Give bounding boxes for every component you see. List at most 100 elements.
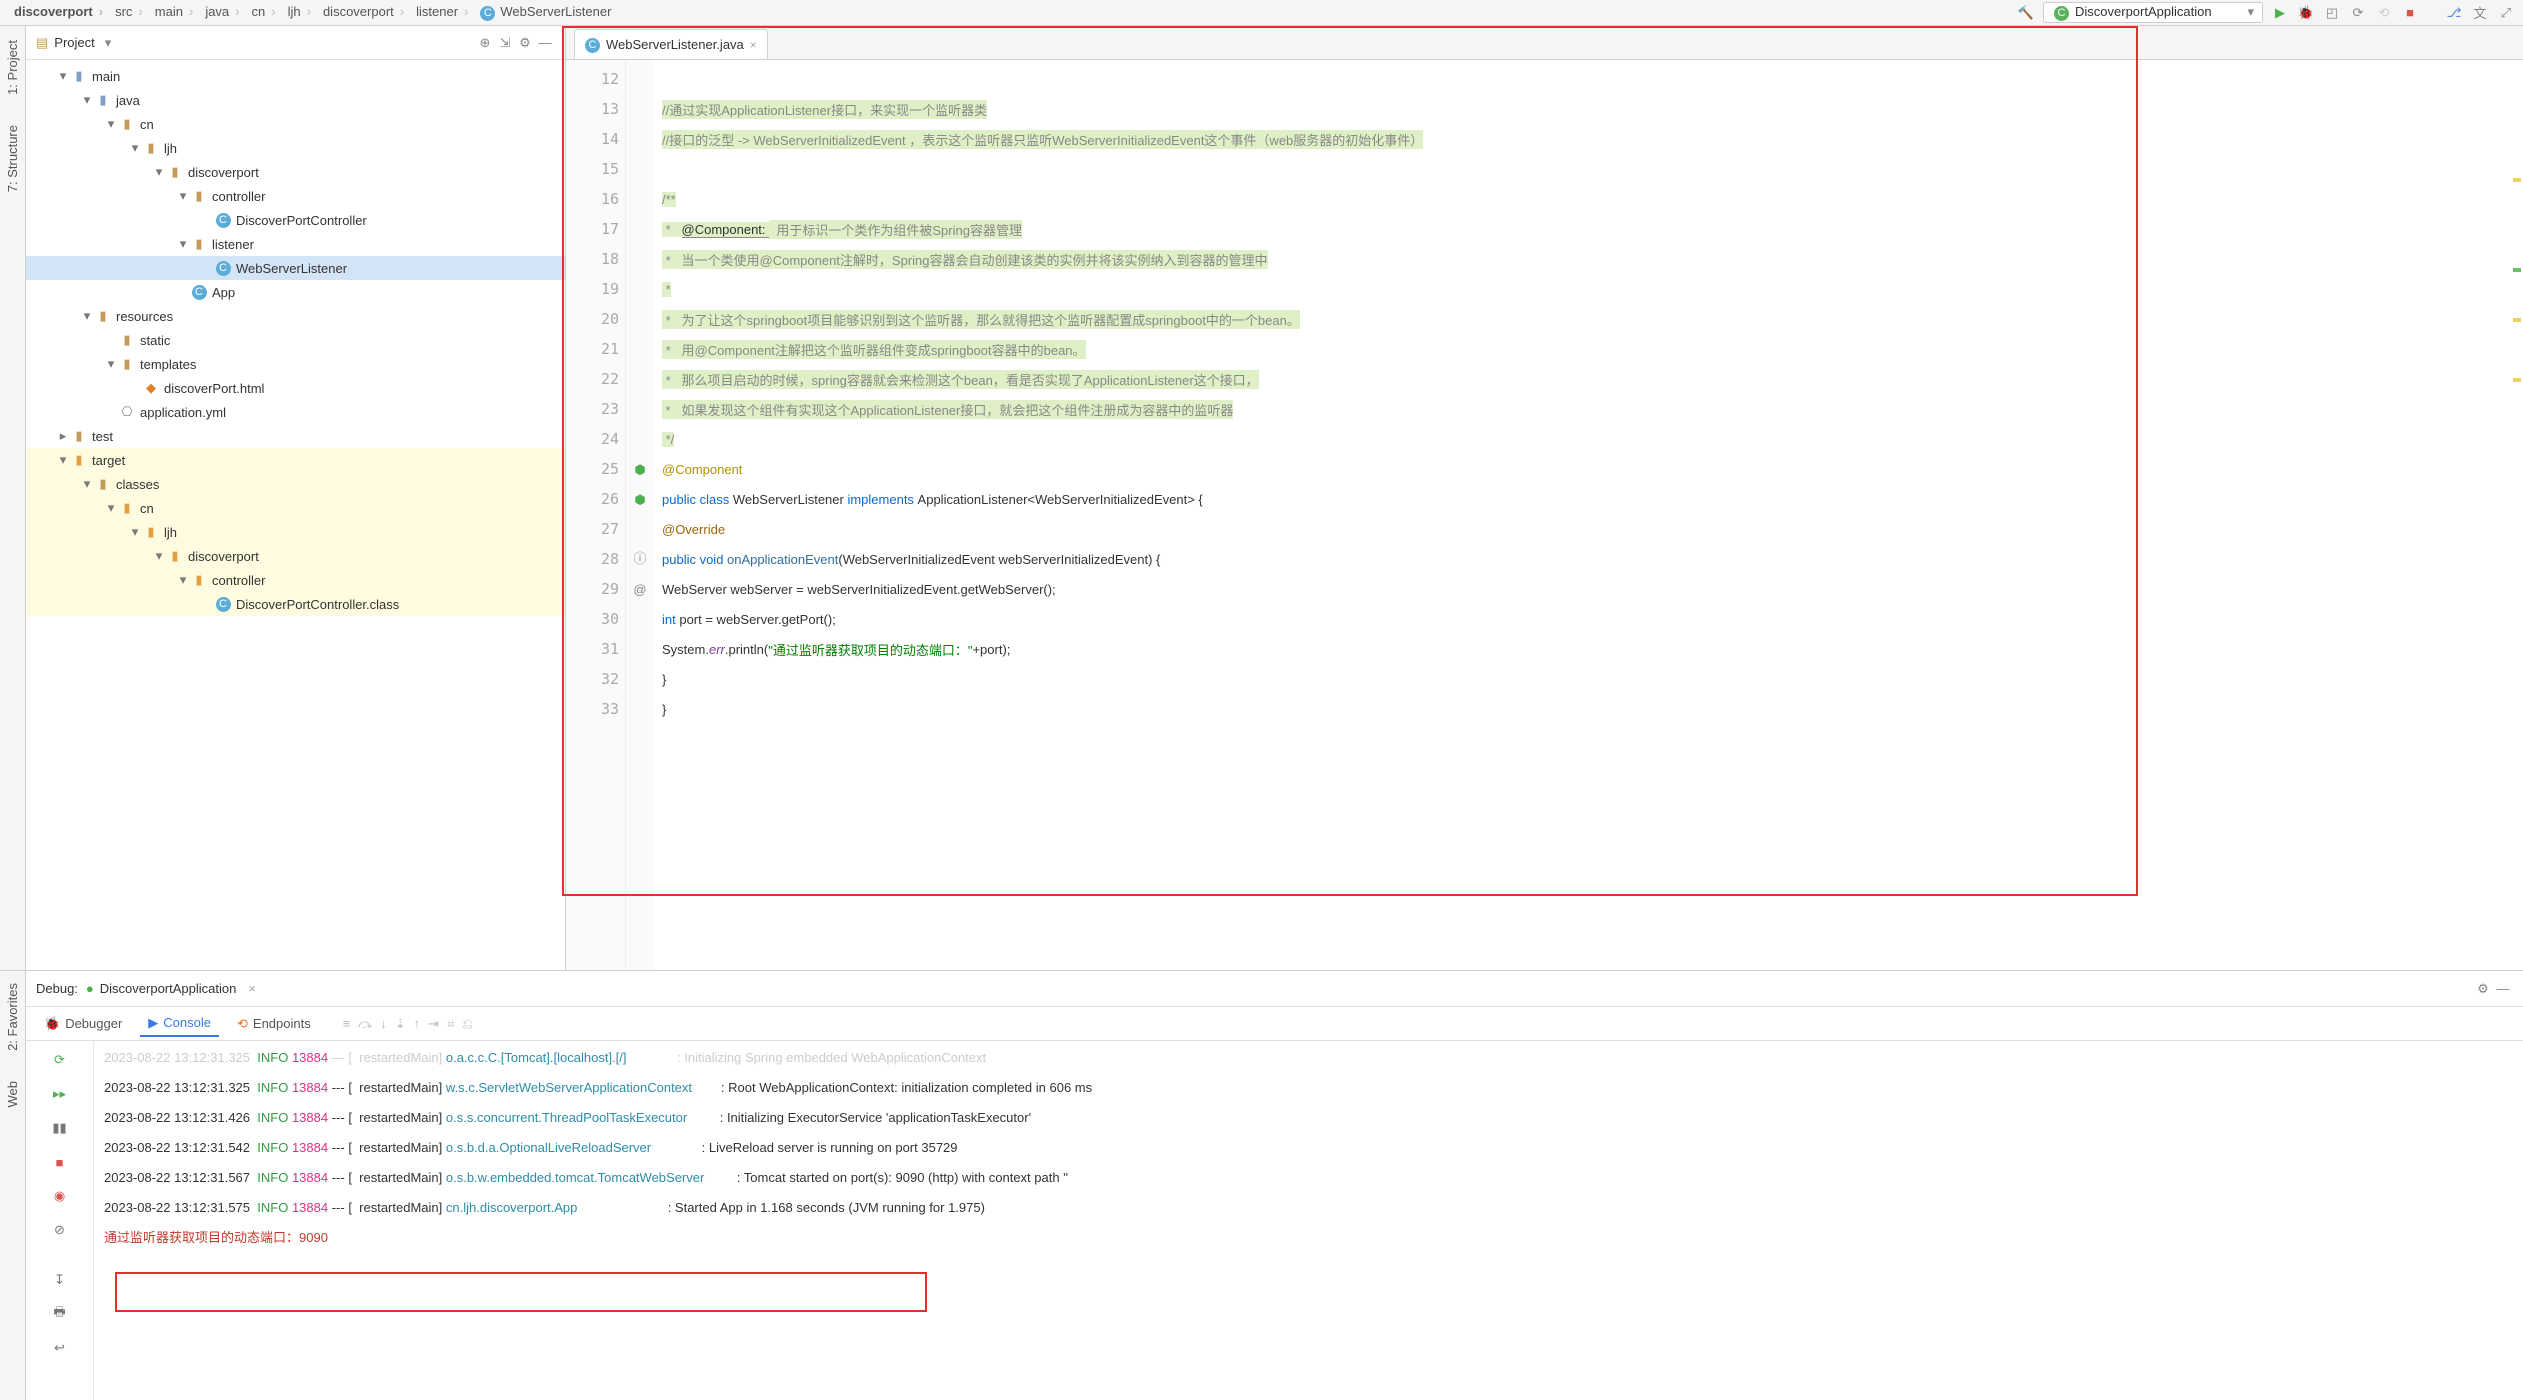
tree-row[interactable]: ▾▮controller: [26, 184, 565, 208]
tree-row[interactable]: ▾▮controller: [26, 568, 565, 592]
collapse-icon[interactable]: —: [535, 33, 555, 53]
console-output[interactable]: 2023-08-22 13:12:31.325 INFO 13884 --- […: [94, 1041, 2523, 1400]
gear-icon[interactable]: ⚙: [515, 33, 535, 53]
expand-icon[interactable]: ⤢: [2497, 4, 2515, 22]
tree-row[interactable]: DiscoverPortController.class: [26, 592, 565, 616]
tab-endpoints[interactable]: ⟲Endpoints: [229, 1012, 319, 1036]
debug-icon[interactable]: 🐞: [2297, 4, 2315, 22]
tree-row[interactable]: ▾▮target: [26, 448, 565, 472]
code-line[interactable]: @Override: [662, 514, 2515, 544]
code-line[interactable]: /**: [662, 184, 2515, 214]
soft-wrap-icon[interactable]: ↩: [47, 1335, 73, 1361]
tree-row[interactable]: ▾▮resources: [26, 304, 565, 328]
stop-icon[interactable]: ■: [47, 1149, 73, 1175]
evaluate-icon[interactable]: ⌗: [447, 1016, 454, 1032]
side-tab-structure[interactable]: 7: Structure: [5, 119, 20, 198]
breadcrumb-item[interactable]: java: [199, 4, 245, 19]
tree-row[interactable]: ▾▮ljh: [26, 136, 565, 160]
project-tree[interactable]: ▾▮main▾▮java▾▮cn▾▮ljh▾▮discoverport▾▮con…: [26, 60, 565, 970]
tree-row[interactable]: ▾▮main: [26, 64, 565, 88]
scroll-to-end-icon[interactable]: ↧: [47, 1267, 73, 1293]
code-line[interactable]: //接口的泛型 -> WebServerInitializedEvent ，表示…: [662, 124, 2515, 154]
code-line[interactable]: @Component: [662, 454, 2515, 484]
hammer-icon[interactable]: 🔨: [2017, 4, 2035, 22]
tree-row[interactable]: ▸▮test: [26, 424, 565, 448]
gear-icon[interactable]: ⚙: [2473, 979, 2493, 999]
debug-app-tab[interactable]: DiscoverportApplication ×: [78, 977, 264, 1000]
mute-breakpoints-icon[interactable]: ⊘: [47, 1217, 73, 1243]
code-line[interactable]: */: [662, 424, 2515, 454]
tree-row[interactable]: ▮static: [26, 328, 565, 352]
code-line[interactable]: }: [662, 694, 2515, 724]
breadcrumb-item[interactable]: listener: [410, 4, 474, 19]
tab-console[interactable]: ▶Console: [140, 1011, 219, 1037]
code-line[interactable]: * 为了让这个springboot项目能够识别到这个监听器，那么就得把这个监听器…: [662, 304, 2515, 334]
tab-debugger[interactable]: 🐞Debugger: [36, 1012, 130, 1036]
tree-row[interactable]: ▾▮cn: [26, 496, 565, 520]
breadcrumb-item[interactable]: discoverport: [317, 4, 410, 19]
code-body[interactable]: //通过实现ApplicationListener接口，来实现一个监听器类//接…: [654, 60, 2523, 970]
close-icon[interactable]: ×: [750, 38, 757, 52]
project-title[interactable]: ▤ Project: [36, 35, 111, 51]
tree-row[interactable]: ▾▮discoverport: [26, 544, 565, 568]
run-icon[interactable]: ▶: [2271, 4, 2289, 22]
code-line[interactable]: [662, 154, 2515, 184]
rerun-icon[interactable]: ⟳: [47, 1047, 73, 1073]
breadcrumb-item[interactable]: main: [149, 4, 200, 19]
close-icon[interactable]: ×: [248, 981, 256, 996]
code-line[interactable]: int port = webServer.getPort();: [662, 604, 2515, 634]
view-breakpoints-icon[interactable]: ◉: [47, 1183, 73, 1209]
code-line[interactable]: *: [662, 274, 2515, 304]
tree-row[interactable]: ▾▮classes: [26, 472, 565, 496]
step-over-icon[interactable]: ⤼: [358, 1016, 372, 1032]
coverage-icon[interactable]: ◰: [2323, 4, 2341, 22]
side-tab-web[interactable]: Web: [5, 1075, 20, 1114]
tree-row[interactable]: ▾▮listener: [26, 232, 565, 256]
tree-row[interactable]: App: [26, 280, 565, 304]
step-into-icon[interactable]: ↓: [380, 1016, 387, 1031]
tree-row[interactable]: ▾▮ljh: [26, 520, 565, 544]
tree-row[interactable]: DiscoverPortController: [26, 208, 565, 232]
breadcrumb-item[interactable]: WebServerListener: [474, 4, 617, 19]
code-line[interactable]: //通过实现ApplicationListener接口，来实现一个监听器类: [662, 94, 2515, 124]
force-step-into-icon[interactable]: ⇣: [395, 1016, 406, 1032]
print-icon[interactable]: 🖶: [47, 1301, 73, 1327]
tree-row[interactable]: ◆discoverPort.html: [26, 376, 565, 400]
attach-icon[interactable]: ⟲: [2375, 4, 2393, 22]
side-tab-favorites[interactable]: 2: Favorites: [5, 977, 20, 1057]
code-line[interactable]: [662, 64, 2515, 94]
breadcrumb-item[interactable]: cn: [246, 4, 282, 19]
tree-row[interactable]: ▾▮cn: [26, 112, 565, 136]
code-line[interactable]: WebServer webServer = webServerInitializ…: [662, 574, 2515, 604]
profile-icon[interactable]: ⟳: [2349, 4, 2367, 22]
expand-all-icon[interactable]: ⇲: [495, 33, 515, 53]
tree-row[interactable]: ▾▮java: [26, 88, 565, 112]
git-icon[interactable]: ⎇: [2445, 4, 2463, 22]
code-line[interactable]: * 如果发现这个组件有实现这个ApplicationListener接口，就会把…: [662, 394, 2515, 424]
breadcrumb[interactable]: discoverportsrcmainjavacnljhdiscoverport…: [8, 4, 617, 21]
locate-icon[interactable]: ⊕: [475, 33, 495, 53]
code-line[interactable]: System.err.println("通过监听器获取项目的动态端口："+por…: [662, 634, 2515, 664]
tree-row[interactable]: ▾▮discoverport: [26, 160, 565, 184]
code-line[interactable]: * 用@Component注解把这个监听器组件变成springboot容器中的b…: [662, 334, 2515, 364]
collapse-icon[interactable]: —: [2493, 979, 2513, 999]
run-to-cursor-icon[interactable]: ⇥: [428, 1016, 439, 1032]
tab-webserverlistener[interactable]: WebServerListener.java ×: [574, 29, 768, 59]
breadcrumb-item[interactable]: discoverport: [8, 4, 109, 19]
side-tab-project[interactable]: 1: Project: [5, 34, 20, 101]
pause-icon[interactable]: ▮▮: [47, 1115, 73, 1141]
trace-icon[interactable]: ⎌: [462, 1016, 472, 1032]
code-line[interactable]: * 那么项目启动的时候，spring容器就会来检测这个bean，看是否实现了Ap…: [662, 364, 2515, 394]
code-line[interactable]: * 当一个类使用@Component注解时，Spring容器会自动创建该类的实例…: [662, 244, 2515, 274]
tree-row[interactable]: WebServerListener: [26, 256, 565, 280]
breadcrumb-item[interactable]: src: [109, 4, 149, 19]
translate-icon[interactable]: 文: [2471, 4, 2489, 22]
resume-icon[interactable]: ▸▸: [47, 1081, 73, 1107]
tree-row[interactable]: ▾▮templates: [26, 352, 565, 376]
breadcrumb-item[interactable]: ljh: [282, 4, 317, 19]
code-line[interactable]: * @Component: 用于标识一个类作为组件被Spring容器管理: [662, 214, 2515, 244]
code-line[interactable]: public void onApplicationEvent(WebServer…: [662, 544, 2515, 574]
run-config-dropdown[interactable]: DiscoverportApplication: [2043, 2, 2263, 23]
step-out-icon[interactable]: ↑: [414, 1016, 421, 1031]
code-line[interactable]: public class WebServerListener implement…: [662, 484, 2515, 514]
